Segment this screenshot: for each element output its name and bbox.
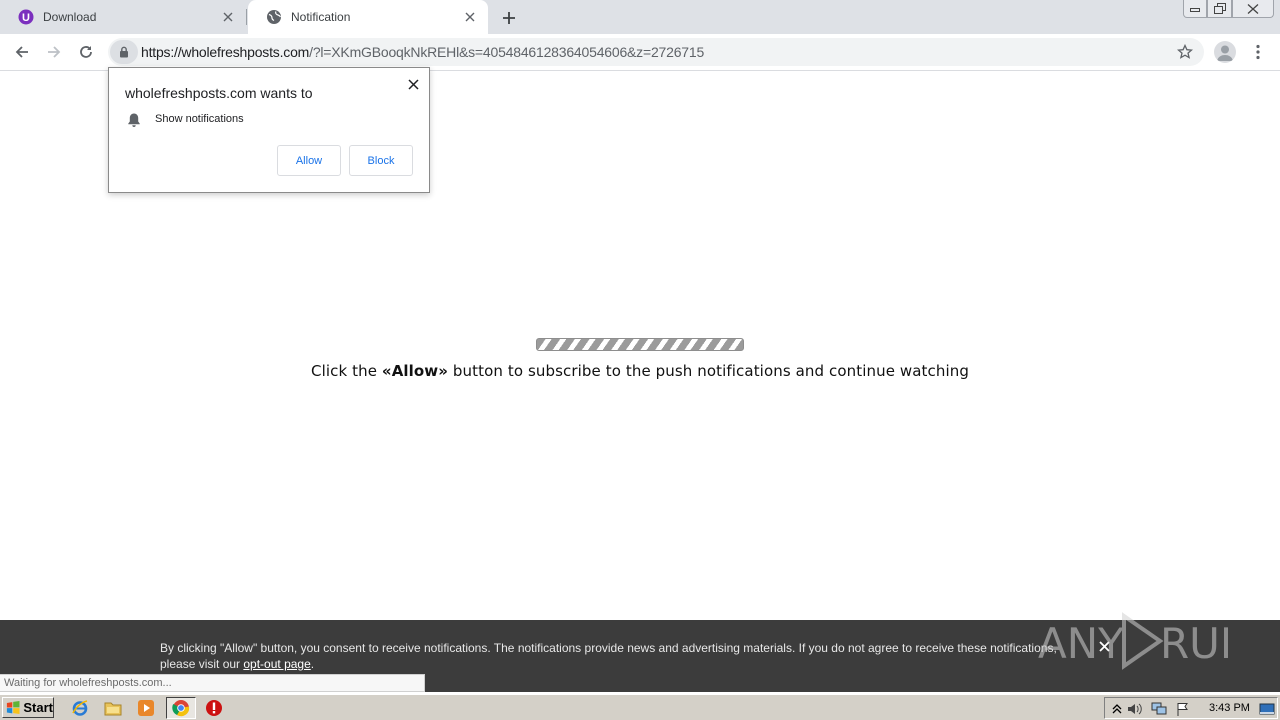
- profile-avatar-icon[interactable]: [1214, 41, 1236, 63]
- notification-permission-prompt: wholefreshposts.com wants to Show notifi…: [108, 67, 430, 193]
- tab-strip: U Download Notification: [0, 0, 1280, 34]
- restore-button[interactable]: [1207, 0, 1232, 18]
- forward-arrow-icon: [48, 46, 61, 58]
- url-path: /?l=XKmGBooqkNkREHl&s=405484612836405460…: [309, 44, 705, 60]
- url-text[interactable]: https://wholefreshposts.com/?l=XKmGBooqk…: [141, 44, 704, 60]
- allow-button[interactable]: Allow: [277, 145, 341, 176]
- close-window-button[interactable]: [1232, 0, 1274, 18]
- status-bubble: Waiting for wholefreshposts.com...: [0, 674, 425, 692]
- menu-dots-icon[interactable]: [1249, 40, 1267, 64]
- windows-logo-icon: [6, 700, 20, 715]
- close-tab-icon[interactable]: [462, 9, 478, 25]
- tab-notification[interactable]: Notification: [248, 0, 488, 34]
- svg-text:U: U: [22, 12, 30, 24]
- tab-download[interactable]: U Download: [0, 0, 246, 34]
- back-button[interactable]: [10, 40, 34, 64]
- opt-out-link[interactable]: opt-out page: [243, 657, 310, 671]
- tab-separator: [246, 9, 247, 25]
- folder-icon[interactable]: [101, 697, 125, 719]
- consent-end: .: [310, 657, 315, 671]
- prompt-title: wholefreshposts.com wants to: [125, 85, 313, 101]
- plus-icon: [503, 12, 515, 24]
- chrome-icon: [172, 700, 190, 717]
- back-arrow-icon: [15, 46, 28, 58]
- forward-button[interactable]: [42, 40, 66, 64]
- block-button[interactable]: Block: [349, 145, 413, 176]
- new-tab-button[interactable]: [498, 7, 520, 29]
- reload-button[interactable]: [74, 40, 98, 64]
- volume-icon[interactable]: [1127, 701, 1143, 717]
- message-suffix: button to subscribe to the push notifica…: [448, 362, 969, 380]
- u-logo-icon: U: [18, 9, 34, 25]
- ie-icon[interactable]: [68, 697, 92, 719]
- message-allow-emphasis: «Allow»: [381, 362, 449, 380]
- tab-label: Notification: [291, 10, 351, 24]
- tab-label: Download: [43, 10, 97, 24]
- system-tray: 3:43 PM: [1104, 697, 1278, 719]
- clock[interactable]: 3:43 PM: [1209, 702, 1250, 714]
- loading-progress-bar: [536, 338, 744, 351]
- action-center-flag-icon[interactable]: [1175, 701, 1191, 717]
- start-label: Start: [23, 700, 53, 715]
- consent-text: By clicking "Allow" button, you consent …: [160, 640, 1080, 672]
- media-player-icon[interactable]: [134, 697, 158, 719]
- show-hidden-icons-icon[interactable]: [1109, 701, 1125, 717]
- subscribe-message: Click the «Allow» button to subscribe to…: [0, 362, 1280, 380]
- start-button[interactable]: Start: [2, 697, 54, 718]
- address-bar[interactable]: https://wholefreshposts.com/?l=XKmGBooqk…: [108, 38, 1204, 66]
- minimize-button[interactable]: [1183, 0, 1207, 18]
- bookmark-star-icon[interactable]: [1176, 43, 1194, 61]
- taskbar: Start 3:43 PM: [0, 694, 1280, 720]
- prompt-close-icon[interactable]: [405, 76, 421, 92]
- browser-toolbar: https://wholefreshposts.com/?l=XKmGBooqk…: [0, 34, 1280, 71]
- reload-icon: [80, 46, 92, 58]
- network-icon[interactable]: [1151, 701, 1167, 717]
- chrome-taskbar-button[interactable]: [166, 697, 196, 719]
- prompt-permission-text: Show notifications: [155, 113, 244, 125]
- show-desktop-icon[interactable]: [1259, 701, 1275, 717]
- message-prefix: Click the: [311, 362, 382, 380]
- lock-icon[interactable]: [110, 40, 138, 64]
- close-tab-icon[interactable]: [220, 9, 236, 25]
- bell-icon: [127, 112, 141, 128]
- consent-close-icon[interactable]: [1096, 638, 1112, 654]
- stop-icon[interactable]: [202, 697, 226, 719]
- globe-icon: [266, 9, 282, 25]
- url-host: https://wholefreshposts.com: [141, 44, 310, 60]
